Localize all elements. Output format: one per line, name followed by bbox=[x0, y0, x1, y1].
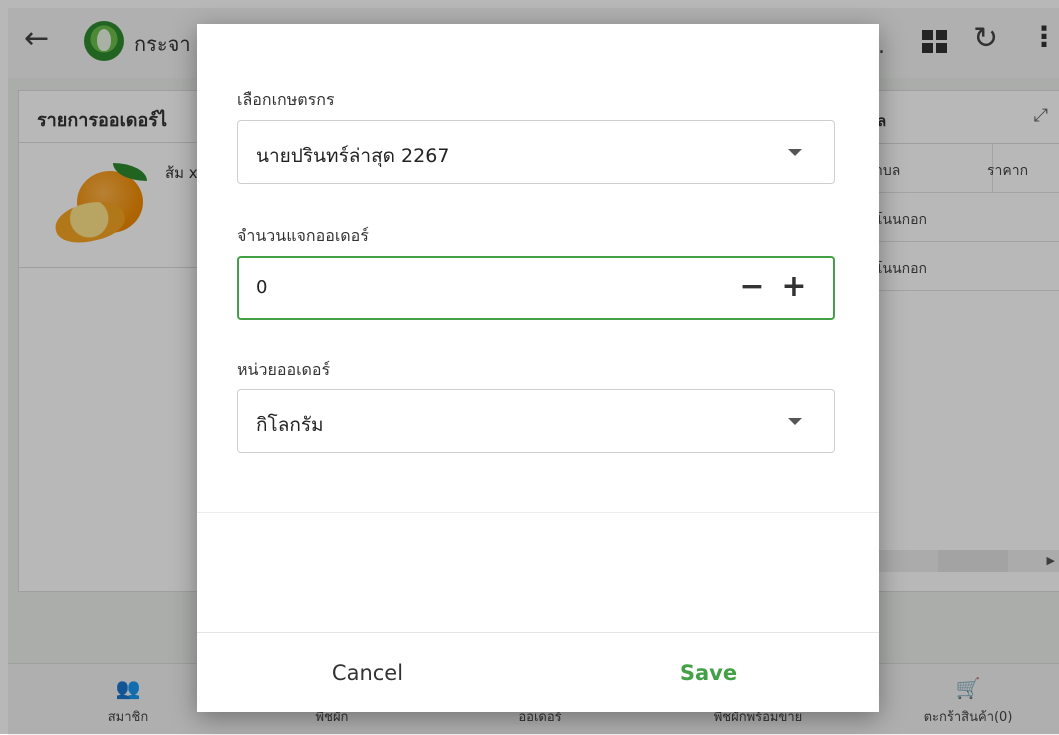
unit-select-value: กิโลกรัม bbox=[256, 414, 324, 436]
unit-select[interactable]: กิโลกรัม bbox=[237, 389, 835, 453]
dropdown-arrow-icon bbox=[788, 149, 802, 156]
cancel-button[interactable]: Cancel bbox=[197, 633, 538, 713]
save-button[interactable]: Save bbox=[538, 633, 879, 713]
increment-button[interactable]: + bbox=[779, 272, 809, 302]
order-dialog: เลือกเกษตรกร นายปรินทร์ล่าสุด 2267 จำนวน… bbox=[197, 24, 879, 712]
decrement-button[interactable]: − bbox=[737, 272, 767, 302]
quantity-input[interactable]: 0 bbox=[256, 277, 267, 298]
farmer-select[interactable]: นายปรินทร์ล่าสุด 2267 bbox=[237, 120, 835, 184]
dialog-actions: Cancel Save bbox=[197, 632, 879, 713]
farmer-select-value: นายปรินทร์ล่าสุด 2267 bbox=[256, 145, 450, 167]
unit-select-label: หน่วยออเดอร์ bbox=[237, 360, 331, 379]
dropdown-arrow-icon bbox=[788, 418, 802, 425]
quantity-label: จำนวนแจกออเดอร์ bbox=[237, 226, 369, 245]
dialog-divider bbox=[197, 512, 879, 513]
quantity-stepper[interactable]: 0 − + bbox=[237, 256, 835, 320]
farmer-select-label: เลือกเกษตรกร bbox=[237, 90, 335, 109]
